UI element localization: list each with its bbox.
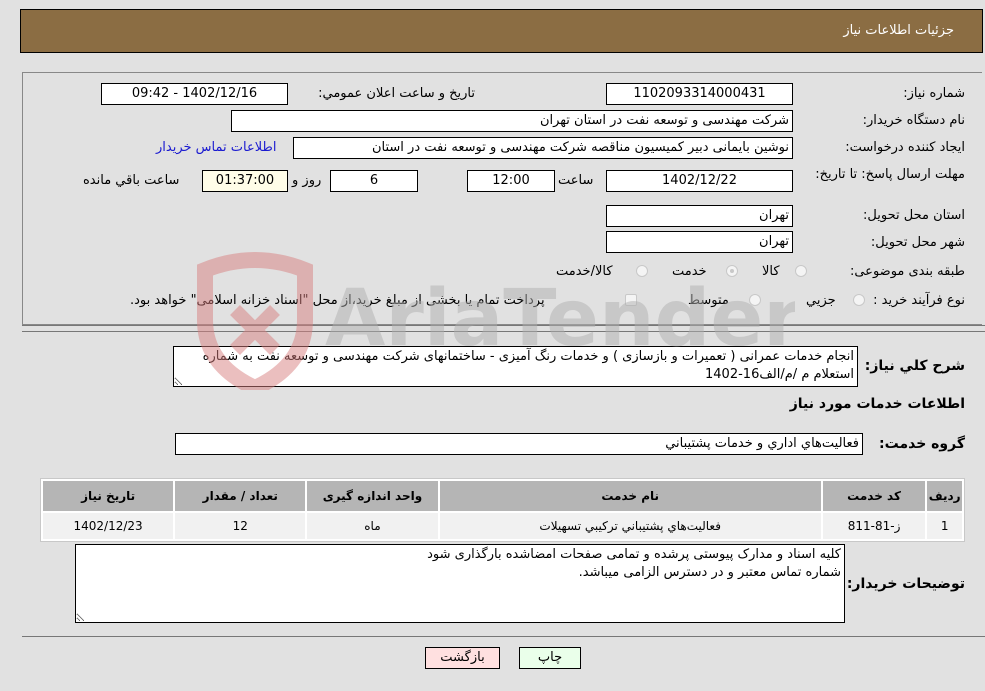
deadline-time-label: ساعت	[558, 173, 594, 188]
category-goods-radio[interactable]	[795, 265, 807, 277]
back-button[interactable]: بازگشت	[425, 647, 500, 669]
requester-label: ايجاد کننده درخواست:	[845, 140, 965, 155]
table-header-row: رديف کد خدمت نام خدمت واحد اندازه گيری ت…	[43, 481, 962, 511]
description-textarea[interactable]: انجام خدمات عمرانی ( تعمیرات و بازسازی )…	[173, 346, 858, 387]
category-service-label: خدمت	[672, 264, 707, 279]
deadline-time-field: 12:00	[467, 170, 555, 192]
col-row-number: رديف	[927, 481, 962, 511]
purchase-minor-label: جزيي	[806, 293, 836, 308]
requester-field: نوشین بایمانی دبیر کمیسیون مناقصه شرکت م…	[293, 137, 793, 159]
col-quantity: تعداد / مقدار	[175, 481, 306, 511]
table-row: 1 ز-81-811 فعاليت‌هاي پشتيباني ترکيبي تس…	[43, 513, 962, 539]
purchase-minor-radio[interactable]	[853, 294, 865, 306]
time-remaining-label: ساعت باقي مانده	[83, 173, 180, 188]
divider	[22, 331, 985, 332]
deadline-date-field: 1402/12/22	[606, 170, 793, 192]
buyer-contact-link[interactable]: اطلاعات تماس خريدار	[156, 140, 276, 155]
cell-quantity: 12	[175, 513, 306, 539]
divider	[22, 325, 985, 326]
divider	[22, 636, 985, 637]
col-unit: واحد اندازه گيری	[307, 481, 438, 511]
days-remaining-field: 6	[330, 170, 418, 192]
category-service-radio[interactable]	[726, 265, 738, 277]
buyer-notes-textarea[interactable]: کلیه اسناد و مدارک پیوستی پرشده و تمامی …	[75, 544, 845, 623]
need-number-label: شماره نیاز:	[903, 86, 965, 101]
cell-service-name: فعاليت‌هاي پشتيباني ترکيبي تسهيلات	[439, 513, 821, 539]
print-button[interactable]: چاپ	[519, 647, 581, 669]
col-service-name: نام خدمت	[439, 481, 821, 511]
col-service-code: کد خدمت	[822, 481, 926, 511]
purchase-medium-radio[interactable]	[749, 294, 761, 306]
province-field: تهران	[606, 205, 793, 227]
announce-datetime-field: 1402/12/16 - 09:42	[101, 83, 288, 105]
treasury-bond-checkbox[interactable]	[625, 294, 637, 306]
cell-row-number: 1	[927, 513, 962, 539]
services-table: رديف کد خدمت نام خدمت واحد اندازه گيری ت…	[40, 478, 965, 542]
service-group-label: گروه خدمت:	[879, 436, 965, 452]
description-label: شرح کلي نياز:	[864, 358, 965, 374]
purchase-type-label: نوع فرآيند خريد :	[873, 293, 965, 308]
city-label: شهر محل تحويل:	[870, 235, 965, 250]
deadline-label: مهلت ارسال پاسخ: تا تاريخ:	[815, 167, 965, 182]
col-need-date: تاريخ نياز	[43, 481, 174, 511]
buyer-notes-label: توضيحات خريدار:	[846, 576, 965, 592]
time-remaining-field: 01:37:00	[202, 170, 288, 192]
need-number-field: 1102093314000431	[606, 83, 793, 105]
services-section-title: اطلاعات خدمات مورد نياز	[789, 396, 965, 412]
category-label: طبقه بندی موضوعی:	[849, 264, 965, 279]
cell-service-code: ز-81-811	[822, 513, 926, 539]
page-title: جزئیات اطلاعات نیاز	[843, 23, 954, 38]
treasury-bond-note: پرداخت تمام يا بخشی از مبلغ خريد،از محل …	[130, 293, 545, 308]
province-label: استان محل تحويل:	[863, 208, 965, 223]
announce-datetime-label: تاريخ و ساعت اعلان عمومي:	[318, 86, 475, 101]
category-goods-service-radio[interactable]	[636, 265, 648, 277]
category-goods-label: کالا	[762, 264, 780, 279]
purchase-medium-label: متوسط	[688, 293, 729, 308]
cell-need-date: 1402/12/23	[43, 513, 174, 539]
days-label: روز و	[292, 173, 322, 188]
cell-unit: ماه	[307, 513, 438, 539]
service-group-field: فعاليت‌هاي اداري و خدمات پشتيباني	[175, 433, 863, 455]
category-goods-service-label: کالا/خدمت	[556, 264, 613, 279]
page-header: جزئیات اطلاعات نیاز	[20, 9, 983, 53]
buyer-org-label: نام دستگاه خريدار:	[862, 113, 965, 128]
buyer-org-field: شرکت مهندسی و توسعه نفت در استان تهران	[231, 110, 793, 132]
city-field: تهران	[606, 231, 793, 253]
